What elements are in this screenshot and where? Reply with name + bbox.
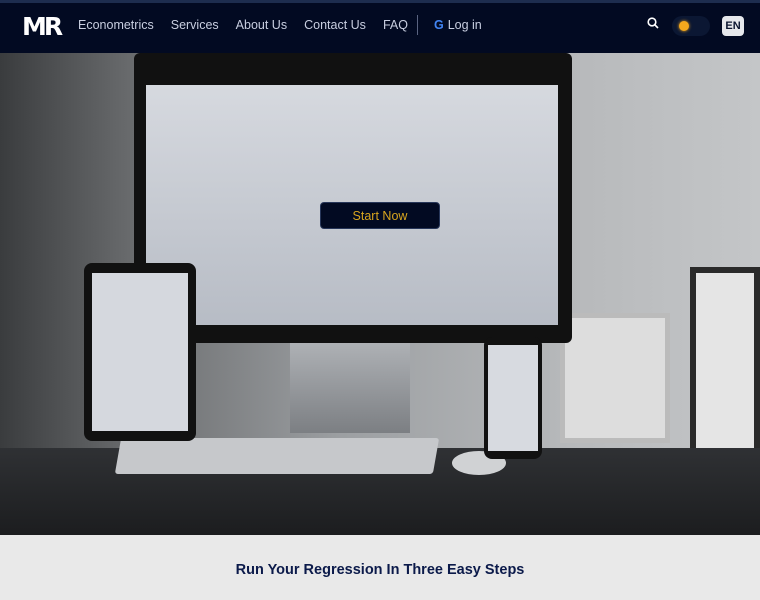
monitor-stand (290, 343, 410, 433)
wall-frame (560, 313, 670, 443)
logo[interactable]: MR (22, 12, 63, 41)
nav-services[interactable]: Services (171, 18, 219, 32)
search-icon[interactable] (647, 17, 659, 29)
keyboard (114, 438, 440, 474)
tablet (84, 263, 196, 441)
phone (484, 337, 542, 459)
nav-contact-us[interactable]: Contact Us (304, 18, 366, 32)
google-icon: G (433, 18, 444, 32)
navbar: MR Econometrics Services About Us Contac… (0, 0, 760, 53)
nav-about-us[interactable]: About Us (236, 18, 287, 32)
nav-faq[interactable]: FAQ (383, 18, 408, 32)
hero-image: Start Now (0, 53, 760, 535)
language-button[interactable]: EN (722, 16, 744, 36)
nav-links: Econometrics Services About Us Contact U… (78, 15, 499, 35)
nav-econometrics[interactable]: Econometrics (78, 18, 154, 32)
wall-frame (690, 267, 760, 467)
nav-divider (416, 15, 418, 35)
sun-icon (679, 21, 689, 31)
monitor (134, 53, 572, 343)
login-link[interactable]: Log in (448, 18, 482, 32)
steps-section: Run Your Regression In Three Easy Steps (0, 535, 760, 600)
section-heading: Run Your Regression In Three Easy Steps (235, 562, 525, 578)
start-now-button[interactable]: Start Now (320, 202, 440, 229)
theme-toggle[interactable] (672, 16, 710, 36)
